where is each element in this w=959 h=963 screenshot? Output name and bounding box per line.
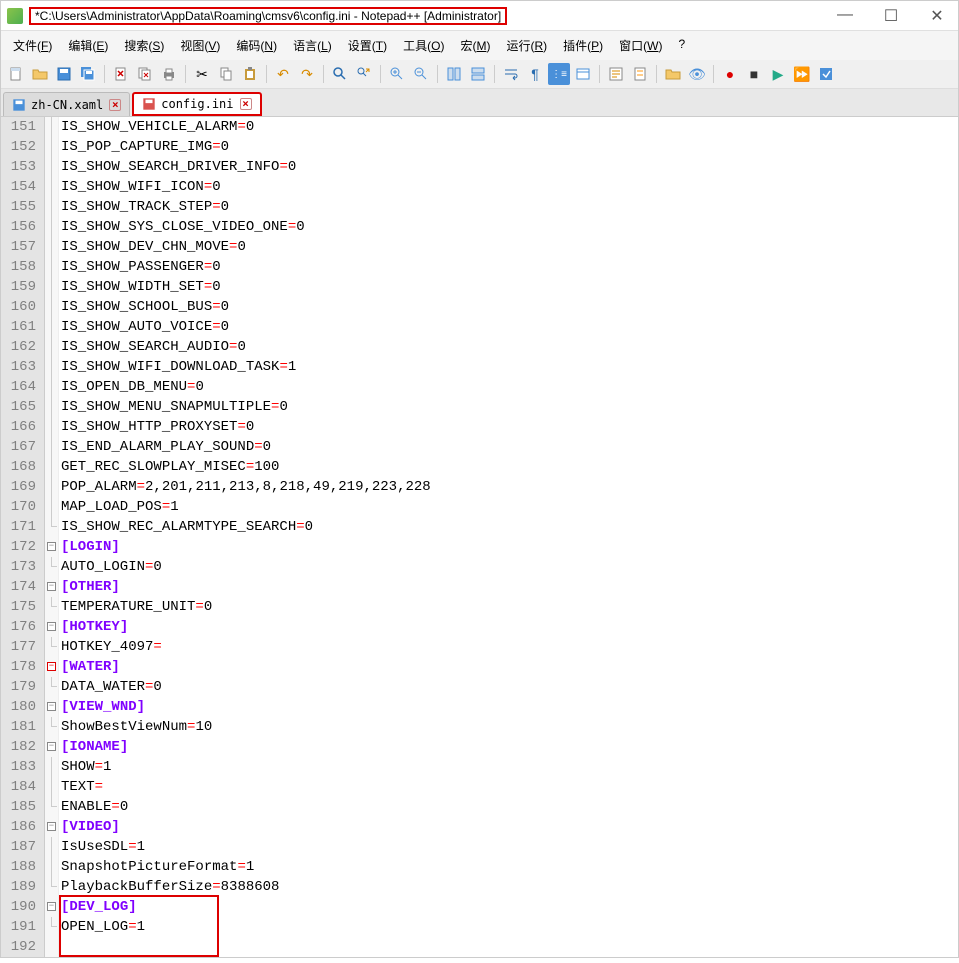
menu-item[interactable]: 设置(T) xyxy=(342,33,393,58)
menu-item[interactable]: 编码(N) xyxy=(230,33,283,58)
find-icon[interactable] xyxy=(329,63,351,85)
zoom-in-icon[interactable] xyxy=(386,63,408,85)
menu-item[interactable]: 运行(R) xyxy=(500,33,553,58)
tabbar: zh-CN.xaml×config.ini× xyxy=(1,89,958,117)
func-list-icon[interactable] xyxy=(605,63,627,85)
menu-item[interactable]: 宏(M) xyxy=(454,33,496,58)
paste-icon[interactable] xyxy=(239,63,261,85)
tab-close-icon[interactable]: × xyxy=(240,98,252,110)
folder-icon[interactable] xyxy=(662,63,684,85)
doc-map-icon[interactable] xyxy=(629,63,651,85)
lang-icon[interactable] xyxy=(572,63,594,85)
line-number-gutter: 1511521531541551561571581591601611621631… xyxy=(1,117,45,957)
menu-item[interactable]: 搜索(S) xyxy=(118,33,170,58)
menu-item[interactable]: 插件(P) xyxy=(557,33,609,58)
print-icon[interactable] xyxy=(158,63,180,85)
editor[interactable]: 1511521531541551561571581591601611621631… xyxy=(1,117,958,957)
sync-v-icon[interactable] xyxy=(443,63,465,85)
indent-guide-icon[interactable]: ⋮≡ xyxy=(548,63,570,85)
play-icon[interactable]: ▶ xyxy=(767,63,789,85)
code-area[interactable]: IS_SHOW_VEHICLE_ALARM=0IS_POP_CAPTURE_IM… xyxy=(59,117,958,957)
undo-icon[interactable]: ↶ xyxy=(272,63,294,85)
close-all-icon[interactable] xyxy=(134,63,156,85)
fold-column[interactable]: −−−−−−−− xyxy=(45,117,59,957)
open-file-icon[interactable] xyxy=(29,63,51,85)
stop-icon[interactable]: ■ xyxy=(743,63,765,85)
titlebar: *C:\Users\Administrator\AppData\Roaming\… xyxy=(1,1,958,31)
save-all-icon[interactable] xyxy=(77,63,99,85)
menu-item[interactable]: 窗口(W) xyxy=(613,33,668,58)
record-icon[interactable]: ● xyxy=(719,63,741,85)
tab[interactable]: zh-CN.xaml× xyxy=(3,92,130,116)
menu-item[interactable]: 视图(V) xyxy=(174,33,226,58)
tab-close-icon[interactable]: × xyxy=(109,99,121,111)
copy-icon[interactable] xyxy=(215,63,237,85)
wordwrap-icon[interactable] xyxy=(500,63,522,85)
show-all-chars-icon[interactable]: ¶ xyxy=(524,63,546,85)
monitor-icon[interactable]: 👁 xyxy=(686,63,708,85)
maximize-button[interactable]: ☐ xyxy=(876,6,906,26)
save-icon[interactable] xyxy=(53,63,75,85)
menu-item[interactable]: 文件(F) xyxy=(7,33,58,58)
close-file-icon[interactable] xyxy=(110,63,132,85)
redo-icon[interactable]: ↷ xyxy=(296,63,318,85)
fast-forward-icon[interactable]: ⏩ xyxy=(791,63,813,85)
cut-icon[interactable]: ✂ xyxy=(191,63,213,85)
window-title: *C:\Users\Administrator\AppData\Roaming\… xyxy=(29,7,830,25)
menu-item[interactable]: 工具(O) xyxy=(397,33,450,58)
menu-item[interactable]: 语言(L) xyxy=(287,33,338,58)
zoom-out-icon[interactable] xyxy=(410,63,432,85)
tab[interactable]: config.ini× xyxy=(132,92,261,116)
new-file-icon[interactable] xyxy=(5,63,27,85)
highlight-box xyxy=(59,895,219,957)
save-macro-icon[interactable] xyxy=(815,63,837,85)
close-button[interactable]: ✕ xyxy=(922,6,952,26)
sync-h-icon[interactable] xyxy=(467,63,489,85)
replace-icon[interactable] xyxy=(353,63,375,85)
app-icon xyxy=(7,8,23,24)
menubar: 文件(F)编辑(E)搜索(S)视图(V)编码(N)语言(L)设置(T)工具(O)… xyxy=(1,31,958,60)
minimize-button[interactable]: — xyxy=(830,6,860,26)
notepad-window: *C:\Users\Administrator\AppData\Roaming\… xyxy=(0,0,959,958)
menu-item[interactable]: ? xyxy=(672,33,691,58)
menu-item[interactable]: 编辑(E) xyxy=(62,33,114,58)
toolbar: ✂ ↶ ↷ ¶ ⋮≡ 👁 ● ■ ▶ ⏩ xyxy=(1,60,958,89)
